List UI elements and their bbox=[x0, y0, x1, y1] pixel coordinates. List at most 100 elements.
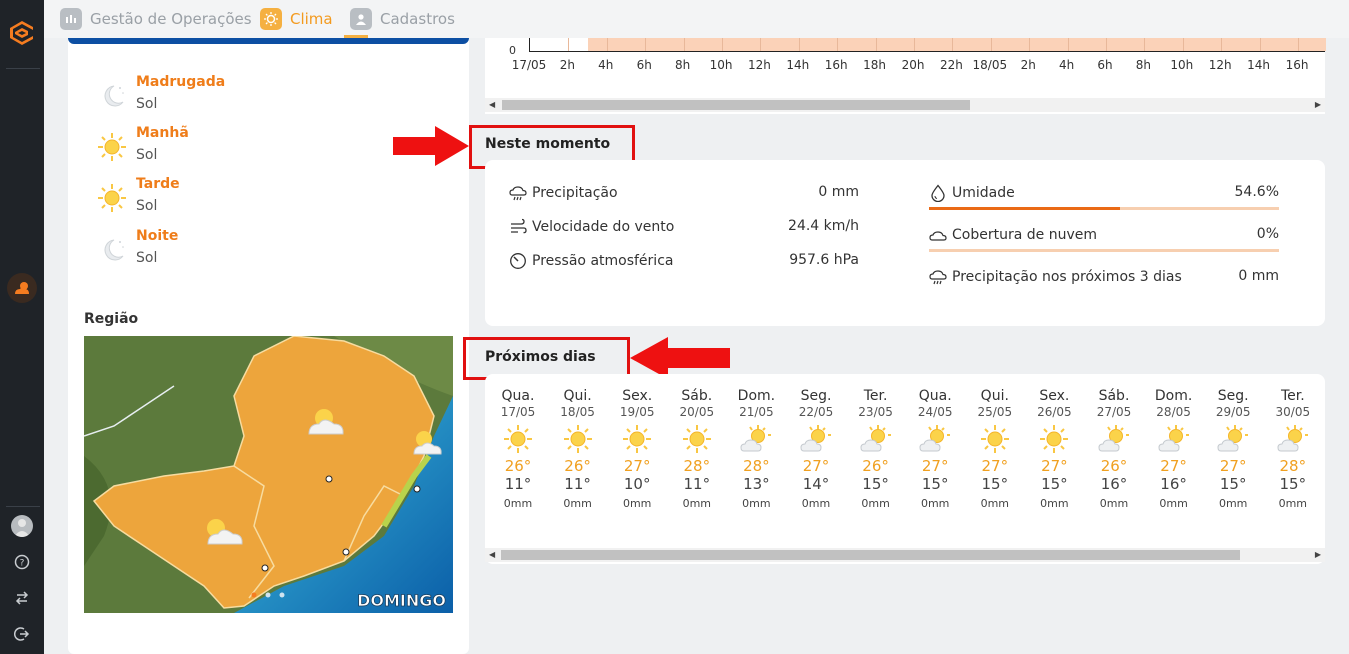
day-max-temp: 27° bbox=[1219, 457, 1247, 475]
period-desc: Sol bbox=[136, 250, 158, 266]
day-name: Qua. bbox=[501, 388, 535, 404]
day-min-temp: 15° bbox=[1041, 475, 1068, 493]
chart-scrollbar[interactable]: ◀ ▶ bbox=[485, 98, 1325, 112]
forecast-day: Dom. 21/05 28° 13° 0mm bbox=[727, 388, 785, 510]
day-precipitation: 0mm bbox=[980, 497, 1010, 510]
help-icon[interactable]: ? bbox=[12, 552, 32, 572]
day-name: Seg. bbox=[1217, 388, 1249, 404]
avatar[interactable] bbox=[11, 515, 33, 537]
day-max-temp: 27° bbox=[623, 457, 651, 475]
day-name: Sex. bbox=[622, 388, 653, 404]
day-date: 26/05 bbox=[1037, 405, 1072, 419]
chart-tick-label: 4h bbox=[598, 58, 614, 72]
day-precipitation: 0mm bbox=[1040, 497, 1069, 510]
forecast-day: Ter. 30/05 28° 15° 0mm bbox=[1264, 388, 1322, 510]
forecast-day: Qua. 17/05 26° 11° 0mm bbox=[489, 388, 547, 510]
scroll-thumb[interactable] bbox=[502, 100, 970, 110]
chart-grid-line bbox=[1221, 38, 1223, 51]
chart-grid-line bbox=[1029, 38, 1031, 51]
chart-grid-line bbox=[990, 38, 992, 51]
day-name: Qui. bbox=[563, 388, 592, 404]
sidebar-divider bbox=[6, 506, 40, 507]
sun-cloud-icon bbox=[1098, 423, 1130, 455]
chart-grid-line bbox=[952, 38, 954, 51]
sidebar-weather-icon[interactable] bbox=[7, 273, 37, 303]
chart-tick-label: 6h bbox=[1097, 58, 1113, 72]
forecast-day: Seg. 22/05 27° 14° 0mm bbox=[787, 388, 845, 510]
chart-tick-label: 10h bbox=[1170, 58, 1194, 72]
day-date: 24/05 bbox=[917, 405, 953, 419]
sun-icon bbox=[562, 423, 594, 455]
chart-tick-label: 12h bbox=[747, 58, 771, 72]
sun-cloud-icon bbox=[860, 423, 892, 455]
sun-icon bbox=[621, 423, 653, 455]
sun-cloud-icon bbox=[740, 423, 772, 455]
sun-cloud-icon bbox=[1277, 423, 1309, 455]
now-row-precipitacao: Precipitação bbox=[509, 184, 618, 202]
tab-gestao-operacoes[interactable]: Gestão de Operações bbox=[60, 6, 252, 32]
forecast-day: Qui. 25/05 27° 15° 0mm bbox=[966, 388, 1024, 510]
chart-tick-label: 14h bbox=[786, 58, 810, 72]
region-map[interactable]: DOMINGO bbox=[84, 336, 453, 613]
sun-icon bbox=[681, 423, 713, 455]
red-arrow-icon bbox=[630, 337, 730, 379]
chart-tick-label: 18/05 bbox=[972, 58, 1008, 72]
day-precipitation: 0mm bbox=[742, 497, 771, 510]
day-min-temp: 15° bbox=[862, 475, 889, 493]
scroll-thumb[interactable] bbox=[501, 550, 1240, 560]
switch-icon[interactable] bbox=[12, 588, 32, 608]
day-name: Qua. bbox=[918, 388, 952, 404]
forecast-day: Sex. 19/05 27° 10° 0mm bbox=[608, 388, 666, 510]
day-precipitation: 0mm bbox=[861, 497, 890, 510]
day-precipitation: 0mm bbox=[1159, 497, 1188, 510]
forecast-day: Qui. 18/05 26° 11° 0mm bbox=[549, 388, 607, 510]
tab-cadastros[interactable]: Cadastros bbox=[350, 6, 455, 32]
day-precipitation: 0mm bbox=[801, 497, 831, 510]
forecast-day: Sex. 26/05 27° 15° 0mm bbox=[1025, 388, 1083, 510]
day-precipitation: 0mm bbox=[1278, 497, 1308, 510]
sun-cloud-icon bbox=[919, 423, 951, 455]
rain-cloud-icon bbox=[509, 184, 527, 202]
day-min-temp: 15° bbox=[921, 475, 949, 493]
svg-text:?: ? bbox=[20, 559, 25, 569]
tab-clima[interactable]: Clima bbox=[260, 6, 333, 32]
now-row-nuvem: Cobertura de nuvem bbox=[929, 226, 1097, 244]
day-name: Dom. bbox=[737, 388, 776, 404]
day-min-temp: 16° bbox=[1160, 475, 1187, 493]
company-logo-icon[interactable] bbox=[7, 18, 37, 48]
chart-tick-label: 8h bbox=[1135, 58, 1152, 72]
day-precipitation: 0mm bbox=[622, 497, 652, 510]
top-navigation: Gestão de Operações Clima Cadastros bbox=[44, 0, 1349, 38]
days-scrollbar[interactable]: ◀ ▶ bbox=[485, 548, 1325, 562]
forecast-day: Sáb. 27/05 26° 16° 0mm bbox=[1085, 388, 1143, 510]
chart-tick-label: 4h bbox=[1058, 58, 1075, 72]
gauge-icon bbox=[509, 252, 527, 270]
day-date: 17/05 bbox=[500, 405, 536, 419]
day-max-temp: 28° bbox=[743, 457, 770, 475]
now-row-umidade: Umidade bbox=[929, 184, 1015, 202]
scroll-left-icon[interactable]: ◀ bbox=[489, 550, 495, 559]
forecast-day: Dom. 28/05 27° 16° 0mm bbox=[1145, 388, 1203, 510]
chart-grid-line bbox=[1182, 38, 1184, 51]
logout-icon[interactable] bbox=[12, 624, 32, 644]
day-precipitation: 0mm bbox=[1099, 497, 1129, 510]
day-date: 18/05 bbox=[560, 405, 595, 419]
chart-grid-line bbox=[798, 38, 800, 51]
cloud-icon bbox=[929, 226, 947, 244]
scroll-right-icon[interactable]: ▶ bbox=[1315, 100, 1321, 109]
now-value: 24.4 km/h bbox=[788, 218, 859, 234]
day-max-temp: 28° bbox=[1279, 457, 1307, 475]
day-min-temp: 11° bbox=[504, 475, 532, 493]
day-name: Sáb. bbox=[681, 388, 713, 404]
wind-icon bbox=[509, 218, 527, 236]
chart-area bbox=[529, 38, 1326, 52]
scroll-left-icon[interactable]: ◀ bbox=[489, 100, 495, 109]
day-name: Sáb. bbox=[1098, 388, 1130, 404]
chart-grid-line bbox=[1067, 38, 1069, 51]
scroll-right-icon[interactable]: ▶ bbox=[1315, 550, 1321, 559]
day-max-temp: 27° bbox=[802, 457, 830, 475]
day-name: Ter. bbox=[863, 388, 888, 404]
day-min-temp: 15° bbox=[1219, 475, 1247, 493]
day-min-temp: 14° bbox=[802, 475, 830, 493]
tab-label: Cadastros bbox=[380, 10, 455, 28]
